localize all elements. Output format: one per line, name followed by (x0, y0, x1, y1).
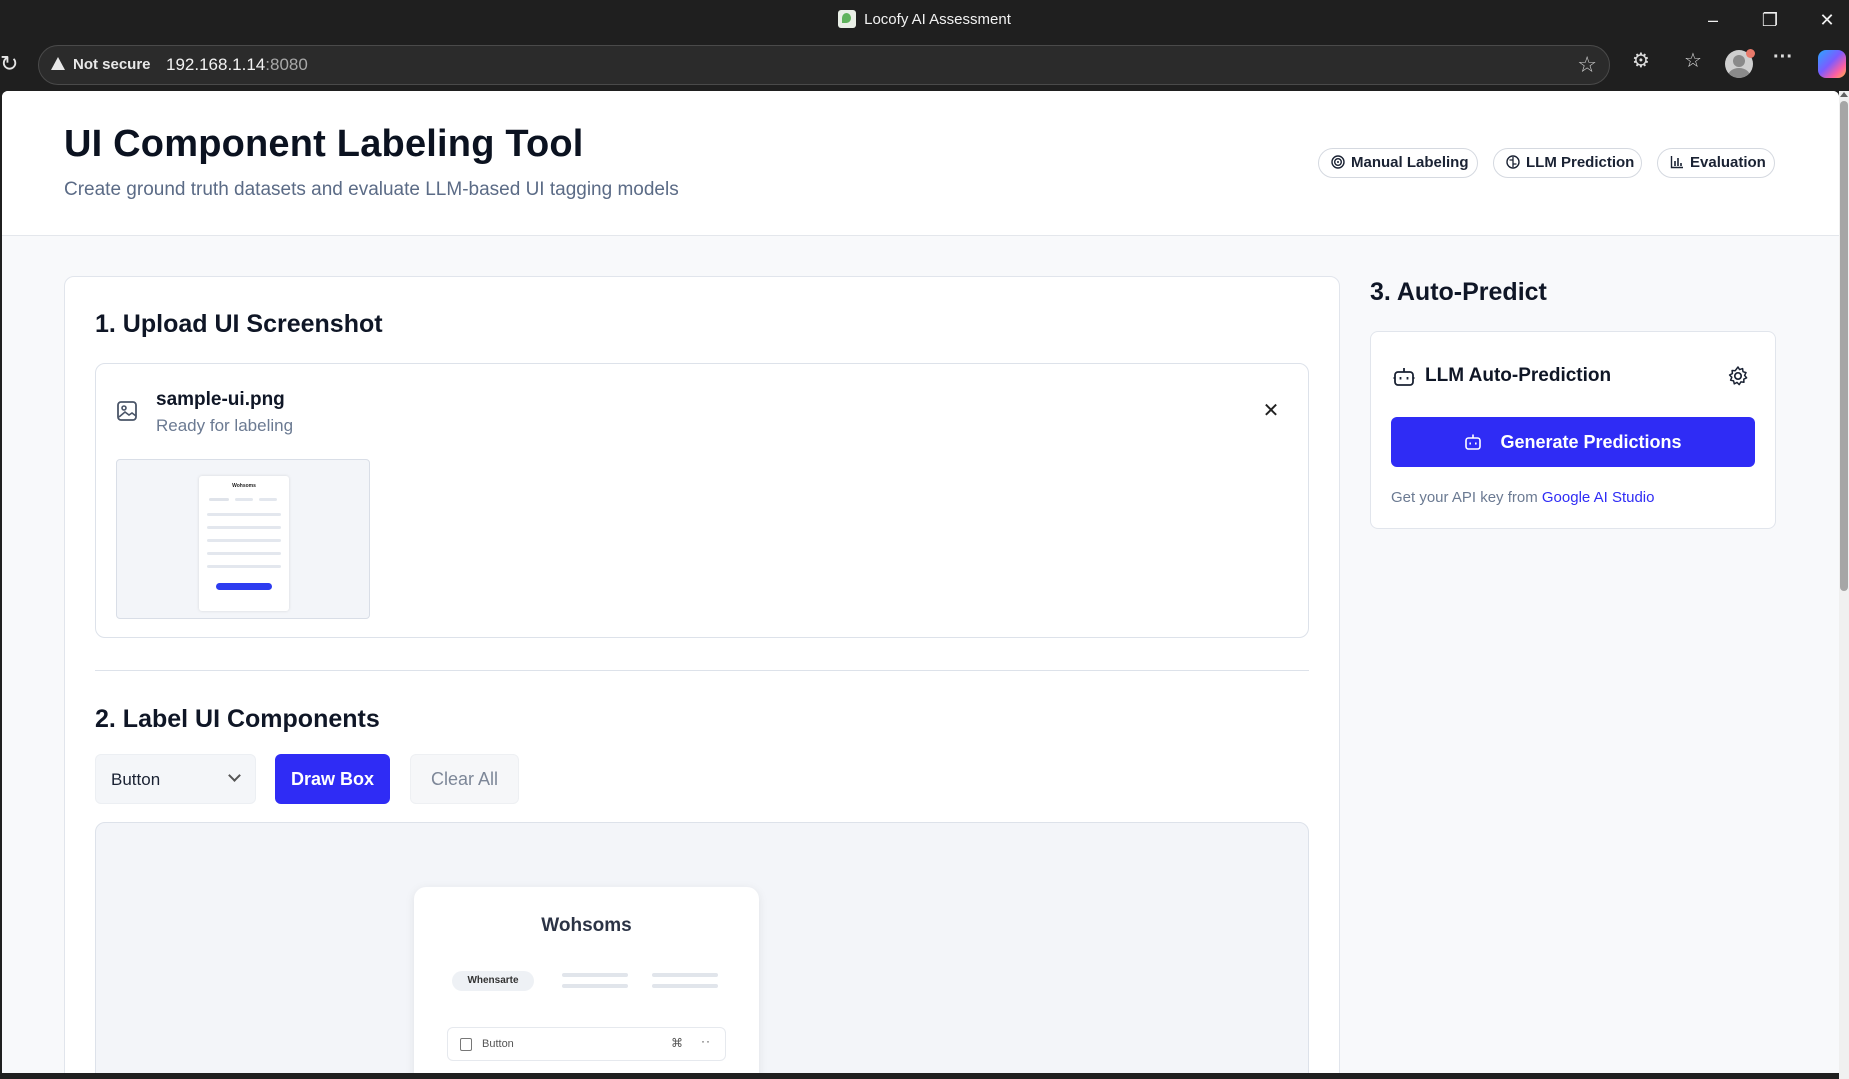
llm-card-title: LLM Auto-Prediction (1425, 365, 1612, 386)
window-title-text: Locofy AI Assessment (864, 11, 1011, 28)
thumbnail-line (207, 552, 281, 555)
app-header: UI Component Labeling Tool Create ground… (2, 91, 1839, 236)
api-note-text: Get your API key from (1391, 489, 1538, 506)
thumbnail-line (209, 498, 229, 501)
api-key-note: Get your API key from Google AI Studio (1391, 489, 1654, 506)
section-divider (95, 670, 1309, 671)
url-port: :8080 (265, 55, 308, 74)
thumbnail-line (207, 513, 281, 516)
window-title: Locofy AI Assessment (0, 10, 1849, 28)
target-icon (1331, 155, 1345, 169)
document-icon (460, 1038, 472, 1051)
profile-notification-dot (1746, 49, 1755, 58)
security-indicator[interactable]: Not secure (51, 56, 151, 73)
window-title-bar: Locofy AI Assessment – ❐ ✕ (0, 0, 1849, 40)
image-file-icon (117, 401, 137, 421)
page-scrollbar[interactable] (1839, 91, 1849, 1079)
predict-section-title: 3. Auto-Predict (1370, 278, 1547, 306)
canvas-screenshot-tab: Whensarte (452, 971, 534, 991)
robot-icon (1393, 368, 1415, 386)
thumbnail-line (235, 498, 253, 501)
mode-manual-labeling[interactable]: Manual Labeling (1318, 148, 1478, 178)
more-menu-icon[interactable]: ··· (1768, 46, 1798, 69)
url-host: 192.168.1.14 (166, 55, 266, 74)
draw-box-button[interactable]: Draw Box (275, 754, 390, 804)
mode-label: Manual Labeling (1351, 154, 1469, 171)
security-label: Not secure (73, 56, 151, 73)
canvas-screenshot-title: Wohsoms (541, 915, 632, 936)
canvas-screenshot-row: Button ⌘ ·· (447, 1027, 726, 1061)
thumbnail-preview-title: Wohsoms (232, 483, 256, 489)
page-title: UI Component Labeling Tool (64, 123, 584, 165)
bar-chart-icon (1670, 156, 1683, 169)
remove-file-close-icon[interactable]: ✕ (1260, 400, 1282, 422)
thumbnail-button (216, 583, 272, 590)
uploaded-file-panel: sample-ui.png Ready for labeling ✕ Wohso… (95, 363, 1309, 638)
reload-icon[interactable]: ↻ (0, 51, 22, 77)
canvas-screenshot-line (562, 973, 628, 977)
generate-predictions-label: Generate Predictions (1500, 432, 1682, 452)
canvas-screenshot-line (652, 984, 718, 988)
labeling-card: 1. Upload UI Screenshot sample-ui.png Re… (64, 276, 1340, 1073)
extensions-icon[interactable]: ⚙ (1626, 48, 1656, 73)
upload-section-title: 1. Upload UI Screenshot (95, 310, 383, 338)
url-text[interactable]: 192.168.1.14:8080 (166, 55, 308, 75)
browser-toolbar: ↻ Not secure 192.168.1.14:8080 ☆ ⚙ ☆ ··· (0, 40, 1849, 90)
screenshot-thumbnail[interactable]: Wohsoms (116, 459, 370, 619)
canvas-screenshot-line (562, 984, 628, 988)
more-dots-icon: ·· (701, 1034, 711, 1048)
component-type-select[interactable]: Button (95, 754, 256, 804)
close-window-icon[interactable]: ✕ (1813, 6, 1841, 34)
robot-icon (1465, 434, 1482, 450)
favorite-star-icon[interactable]: ☆ (1577, 52, 1597, 78)
copilot-icon[interactable] (1818, 50, 1846, 78)
page-subtitle: Create ground truth datasets and evaluat… (64, 179, 679, 200)
minimize-icon[interactable]: – (1699, 6, 1727, 34)
mode-label: Evaluation (1690, 154, 1766, 171)
page-viewport: UI Component Labeling Tool Create ground… (2, 91, 1839, 1073)
thumbnail-preview-card: Wohsoms (199, 476, 289, 611)
file-status: Ready for labeling (156, 416, 294, 435)
thumbnail-line (259, 498, 277, 501)
canvas-screenshot-line (652, 973, 718, 977)
site-favicon-icon (838, 10, 857, 28)
settings-gear-icon[interactable] (1727, 365, 1749, 387)
mode-llm-prediction[interactable]: LLM Prediction (1493, 148, 1642, 178)
brain-icon (1506, 155, 1520, 169)
pin-icon: ⌘ (671, 1036, 683, 1050)
file-name: sample-ui.png (156, 389, 285, 410)
labeling-canvas[interactable]: Wohsoms Whensarte Button ⌘ ·· (95, 822, 1309, 1073)
mode-label: LLM Prediction (1526, 154, 1635, 171)
mode-evaluation[interactable]: Evaluation (1657, 148, 1775, 178)
clear-all-button[interactable]: Clear All (410, 754, 519, 804)
thumbnail-line (207, 539, 281, 542)
llm-prediction-card: LLM Auto-Prediction Generate Predictions… (1370, 331, 1776, 529)
address-bar[interactable]: Not secure 192.168.1.14:8080 ☆ (38, 45, 1610, 85)
canvas-screenshot-row-label: Button (482, 1038, 514, 1050)
restore-icon[interactable]: ❐ (1756, 6, 1784, 34)
thumbnail-line (207, 526, 281, 529)
favorites-icon[interactable]: ☆ (1678, 48, 1708, 73)
label-section-title: 2. Label UI Components (95, 705, 380, 733)
scrollbar-thumb[interactable] (1840, 101, 1848, 591)
thumbnail-line (207, 565, 281, 568)
canvas-screenshot-card: Wohsoms Whensarte Button ⌘ ·· (414, 887, 759, 1073)
scroll-up-arrow-icon[interactable] (1840, 92, 1848, 97)
google-ai-studio-link[interactable]: Google AI Studio (1542, 489, 1655, 506)
chevron-down-icon (228, 769, 241, 782)
generate-predictions-button[interactable]: Generate Predictions (1391, 417, 1755, 467)
warning-icon (51, 57, 65, 70)
component-type-value: Button (111, 770, 161, 789)
